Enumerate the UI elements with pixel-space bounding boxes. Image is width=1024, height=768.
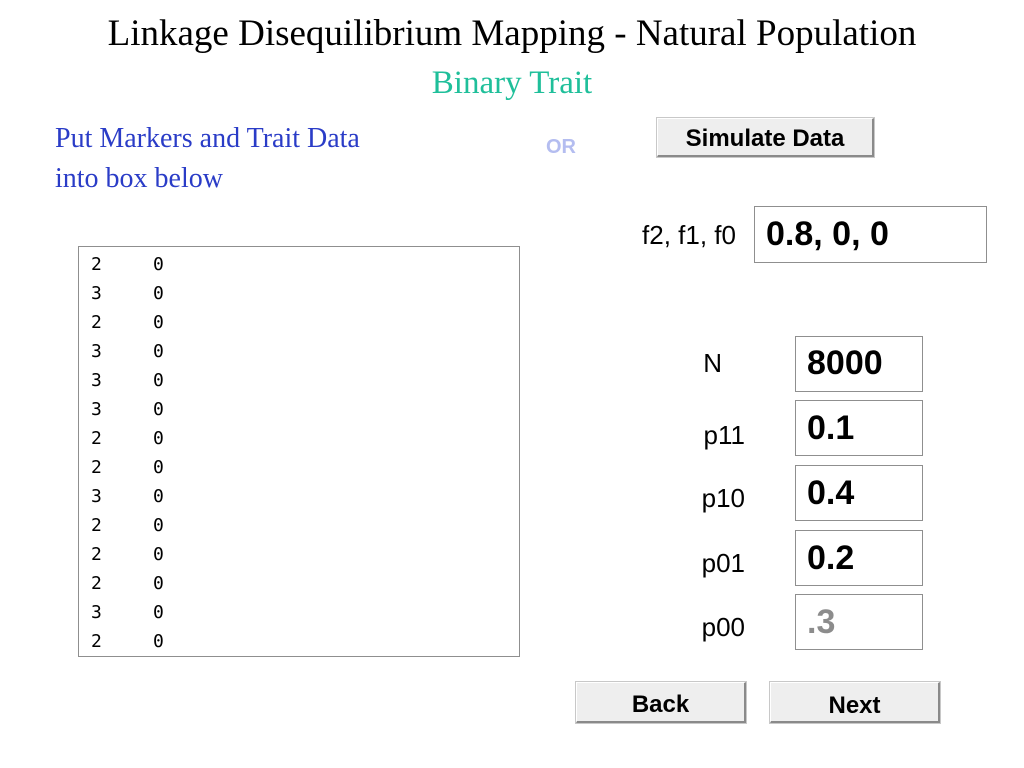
data-instructions: Put Markers and Trait Data into box belo… (55, 119, 475, 199)
trait-value: 0 (153, 544, 164, 565)
trait-value: 0 (153, 283, 164, 304)
p00-input[interactable]: .3 (795, 594, 923, 650)
marker-value: 3 (91, 602, 102, 623)
frequency-label: f2, f1, f0 (642, 220, 736, 250)
or-separator: OR (546, 136, 576, 158)
trait-value: 0 (153, 457, 164, 478)
data-row: 20 (91, 631, 519, 656)
trait-value: 0 (153, 602, 164, 623)
marker-value: 3 (91, 486, 102, 507)
trait-value: 0 (153, 254, 164, 275)
marker-value: 2 (91, 254, 102, 275)
marker-value: 2 (91, 573, 102, 594)
marker-value: 2 (91, 312, 102, 333)
data-row: 20 (91, 313, 519, 342)
trait-value: 0 (153, 341, 164, 362)
trait-value: 0 (153, 573, 164, 594)
frequency-input[interactable]: 0.8, 0, 0 (754, 206, 987, 263)
trait-value: 0 (153, 312, 164, 333)
data-row: 30 (91, 400, 519, 429)
page-subtitle: Binary Trait (431, 65, 593, 101)
n-label: N (703, 348, 722, 378)
instructions-line-2: into box below (55, 163, 223, 194)
data-row: 30 (91, 487, 519, 516)
data-row: 30 (91, 603, 519, 632)
page-title: Linkage Disequilibrium Mapping - Natural… (107, 13, 917, 54)
marker-value: 2 (91, 544, 102, 565)
data-row: 20 (91, 458, 519, 487)
data-row: 30 (91, 284, 519, 313)
trait-value: 0 (153, 370, 164, 391)
marker-value: 3 (91, 399, 102, 420)
data-row: 30 (91, 371, 519, 400)
marker-trait-data-textarea[interactable]: 2030203030302020302020203020 (78, 246, 520, 657)
data-row: 20 (91, 574, 519, 603)
data-row: 20 (91, 516, 519, 545)
marker-value: 3 (91, 283, 102, 304)
data-row: 20 (91, 255, 519, 284)
n-input[interactable]: 8000 (795, 336, 923, 392)
simulate-data-button[interactable]: Simulate Data (657, 118, 874, 157)
trait-value: 0 (153, 631, 164, 652)
p11-label: p11 (703, 420, 745, 450)
next-button[interactable]: Next (770, 682, 940, 723)
marker-value: 3 (91, 370, 102, 391)
p10-input[interactable]: 0.4 (795, 465, 923, 521)
p01-label: p01 (701, 548, 745, 578)
data-row: 20 (91, 545, 519, 574)
trait-value: 0 (153, 399, 164, 420)
data-row: 30 (91, 342, 519, 371)
marker-value: 2 (91, 457, 102, 478)
trait-value: 0 (153, 515, 164, 536)
marker-value: 3 (91, 341, 102, 362)
marker-value: 2 (91, 428, 102, 449)
p01-input[interactable]: 0.2 (795, 530, 923, 586)
back-button[interactable]: Back (576, 682, 746, 723)
trait-value: 0 (153, 486, 164, 507)
p00-label: p00 (701, 612, 745, 642)
p11-input[interactable]: 0.1 (795, 400, 923, 456)
marker-value: 2 (91, 631, 102, 652)
marker-value: 2 (91, 515, 102, 536)
data-row: 20 (91, 429, 519, 458)
trait-value: 0 (153, 428, 164, 449)
instructions-line-1: Put Markers and Trait Data (55, 123, 360, 154)
p10-label: p10 (701, 483, 745, 513)
